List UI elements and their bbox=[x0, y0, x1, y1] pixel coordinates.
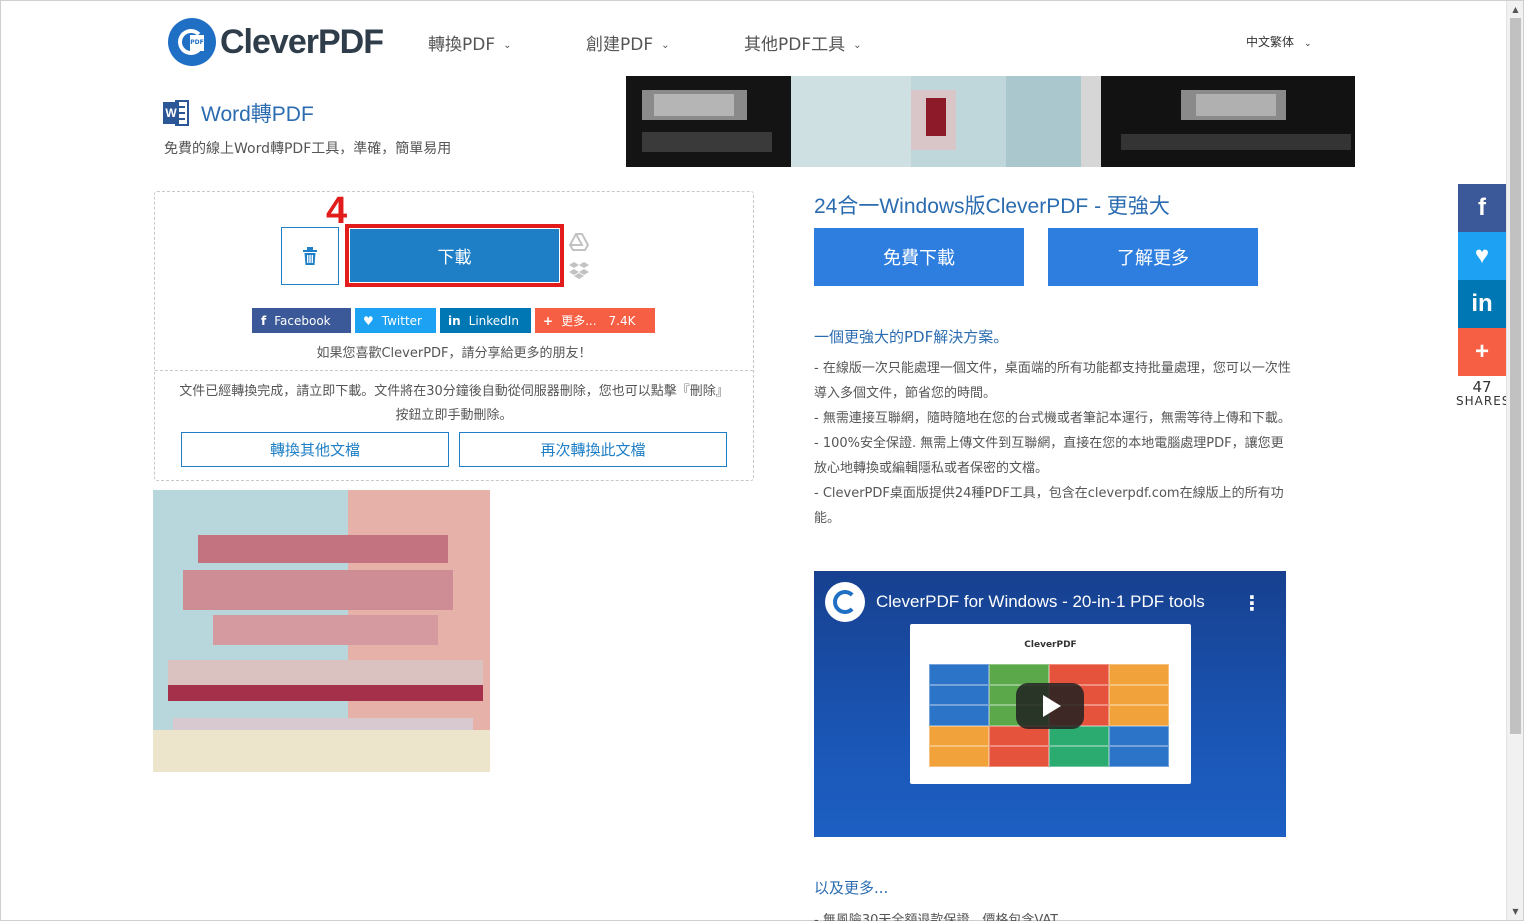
vertical-scrollbar[interactable]: ▲ ▼ bbox=[1506, 1, 1523, 920]
page-title: Word轉PDF bbox=[201, 103, 314, 126]
play-button[interactable] bbox=[1016, 683, 1084, 729]
trash-icon bbox=[303, 247, 317, 265]
divider bbox=[155, 370, 753, 371]
scrollbar-thumb[interactable] bbox=[1510, 18, 1521, 734]
delete-file-button[interactable] bbox=[281, 227, 339, 285]
convert-other-button[interactable]: 轉換其他文檔 bbox=[181, 432, 449, 467]
chevron-down-icon: ⌄ bbox=[1304, 39, 1312, 49]
word-icon: W bbox=[163, 100, 189, 126]
share-count: 7.4K bbox=[608, 313, 636, 328]
refund-text: - 無風險30天全額退款保證。價格包含VAT bbox=[814, 913, 1059, 921]
facebook-icon: f bbox=[261, 313, 267, 328]
plus-icon[interactable]: + bbox=[1458, 328, 1506, 376]
scroll-down-icon[interactable]: ▼ bbox=[1507, 903, 1524, 920]
download-button[interactable]: 下載 bbox=[350, 229, 559, 282]
language-selector[interactable]: 中文繁体 ⌄ bbox=[1246, 33, 1312, 50]
scroll-up-icon[interactable]: ▲ bbox=[1507, 1, 1524, 18]
video-player[interactable]: CleverPDF for Windows - 20-in-1 PDF tool… bbox=[814, 571, 1286, 837]
learn-more-button[interactable]: 了解更多 bbox=[1048, 228, 1258, 286]
floating-share-bar: f ♥ in + bbox=[1458, 184, 1506, 376]
promo-title: 24合一Windows版CleverPDF - 更強大 bbox=[814, 195, 1170, 218]
channel-logo-icon bbox=[825, 582, 865, 622]
advertisement-banner[interactable] bbox=[626, 76, 1355, 167]
feature-item: - 無需連接互聯網，隨時隨地在您的台式機或者筆記本運行，無需等待上傳和下載。 bbox=[814, 411, 1291, 426]
dropbox-icon[interactable] bbox=[569, 260, 589, 280]
share-facebook-button[interactable]: f Facebook bbox=[252, 308, 351, 333]
feature-item: - 在線版一次只能處理一個文件，桌面端的所有功能都支持批量處理，您可以一次性導入… bbox=[814, 361, 1291, 401]
nav-other-pdf-tools[interactable]: 其他PDF工具 ⌄ bbox=[744, 30, 862, 55]
logo-icon: PDF bbox=[168, 18, 216, 66]
plus-icon: + bbox=[543, 313, 554, 328]
page-heading: W Word轉PDF bbox=[163, 98, 314, 128]
page-subtitle: 免費的線上Word轉PDF工具，準確，簡單易用 bbox=[164, 141, 452, 157]
share-total-label: SHARES bbox=[1456, 394, 1511, 408]
chevron-down-icon: ⌄ bbox=[661, 40, 670, 51]
share-twitter-button[interactable]: ♥ Twitter bbox=[355, 308, 436, 333]
linkedin-icon: in bbox=[448, 313, 461, 328]
video-title[interactable]: CleverPDF for Windows - 20-in-1 PDF tool… bbox=[876, 592, 1205, 612]
play-icon bbox=[1043, 695, 1061, 717]
convert-again-button[interactable]: 再次轉換此文檔 bbox=[459, 432, 727, 467]
logo-text: CleverPDF bbox=[220, 22, 384, 61]
chevron-down-icon: ⌄ bbox=[853, 40, 862, 51]
google-drive-icon[interactable] bbox=[569, 232, 589, 252]
feature-item: - 100%安全保證. 無需上傳文件到互聯網，直接在您的本地電腦處理PDF，讓您… bbox=[814, 436, 1284, 476]
chevron-down-icon: ⌄ bbox=[503, 40, 512, 51]
nav-convert-pdf[interactable]: 轉換PDF ⌄ bbox=[428, 30, 512, 55]
twitter-icon[interactable]: ♥ bbox=[1458, 232, 1506, 280]
auto-delete-notice: 文件已經轉換完成，請立即下載。文件將在30分鐘後自動從伺服器刪除，您也可以點擊『… bbox=[179, 384, 729, 423]
video-menu-icon[interactable]: ⋮ bbox=[1242, 591, 1262, 615]
share-more-button[interactable]: + 更多... 7.4K bbox=[535, 308, 655, 333]
twitter-icon: ♥ bbox=[363, 313, 374, 328]
free-download-button[interactable]: 免費下載 bbox=[814, 228, 1024, 286]
linkedin-icon[interactable]: in bbox=[1458, 280, 1506, 328]
feature-list: - 在線版一次只能處理一個文件，桌面端的所有功能都支持批量處理，您可以一次性導入… bbox=[814, 356, 1292, 531]
cleverpdf-logo[interactable]: PDF CleverPDF bbox=[168, 18, 384, 66]
share-hint-text: 如果您喜歡CleverPDF，請分享給更多的朋友！ bbox=[316, 346, 592, 361]
feature-item: - CleverPDF桌面版提供24種PDF工具，包含在cleverpdf.co… bbox=[814, 486, 1284, 526]
nav-create-pdf[interactable]: 創建PDF ⌄ bbox=[586, 30, 670, 55]
share-linkedin-button[interactable]: in LinkedIn bbox=[440, 308, 531, 333]
and-more-link[interactable]: 以及更多... bbox=[814, 877, 888, 898]
facebook-icon[interactable]: f bbox=[1458, 184, 1506, 232]
advertisement-image[interactable] bbox=[153, 490, 490, 772]
features-heading: 一個更強大的PDF解決方案。 bbox=[814, 328, 1009, 346]
